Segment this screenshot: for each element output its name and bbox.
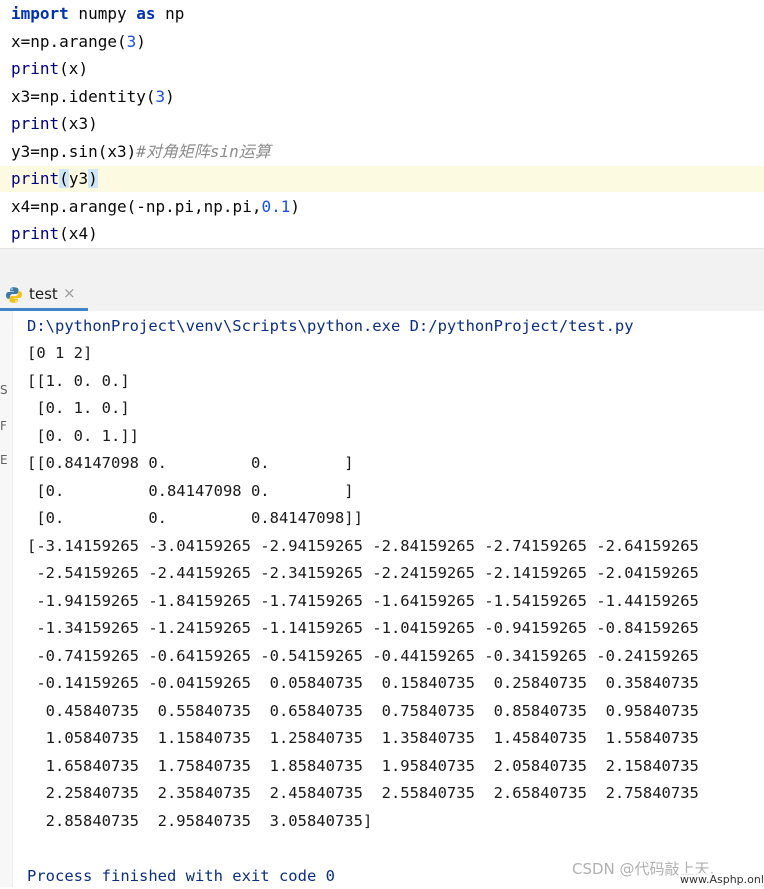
code-line-1[interactable]: import numpy as np <box>11 1 184 27</box>
console-command-line[interactable]: D:\pythonProject\venv\Scripts\python.exe… <box>27 313 634 340</box>
python-icon <box>5 286 23 304</box>
code-line-3[interactable]: print(x) <box>11 56 88 82</box>
run-tab-bar: test × <box>0 279 764 311</box>
code-text: np <box>155 4 185 23</box>
bracket-match: ( <box>59 169 69 188</box>
builtin-function: print <box>11 224 60 243</box>
console-output-line: -0.14159265 -0.04159265 0.05840735 0.158… <box>27 674 699 692</box>
code-line-6[interactable]: y3=np.sin(x3)#对角矩阵sin运算 <box>11 139 271 165</box>
code-text: (x) <box>59 59 89 78</box>
code-text: ) <box>290 197 300 216</box>
code-line-2[interactable]: x=np.arange(3) <box>11 29 146 55</box>
console-output-line: 1.65840735 1.75840735 1.85840735 1.95840… <box>27 757 699 775</box>
tab-label: test <box>29 285 58 303</box>
keyword: as <box>136 4 156 23</box>
code-line-8[interactable]: x4=np.arange(-np.pi,np.pi,0.1) <box>11 194 300 220</box>
console-output-line: -2.54159265 -2.44159265 -2.34159265 -2.2… <box>27 564 699 582</box>
code-text: x4=np.arange(-np.pi,np.pi, <box>11 197 262 216</box>
console-output-line: [0 1 2] <box>27 344 93 362</box>
keyword: import <box>11 4 69 23</box>
code-line-5[interactable]: print(x3) <box>11 111 98 137</box>
console-output-line: [[1. 0. 0.] <box>27 372 130 390</box>
code-text: (x4) <box>59 224 98 243</box>
number-literal: 0.1 <box>261 197 291 216</box>
panel-splitter[interactable] <box>0 248 764 280</box>
console-output-line: [-3.14159265 -3.04159265 -2.94159265 -2.… <box>27 537 699 555</box>
console-output-line: 1.05840735 1.15840735 1.25840735 1.35840… <box>27 729 699 747</box>
console-output-line: 2.85840735 2.95840735 3.05840735] <box>27 812 373 830</box>
builtin-function: print <box>11 169 60 188</box>
bracket-match: ) <box>88 169 98 188</box>
code-text: x=np.arange( <box>11 32 127 51</box>
console-output-line: -0.74159265 -0.64159265 -0.54159265 -0.4… <box>27 647 699 665</box>
code-line-7-current[interactable]: print(y3) <box>0 166 764 192</box>
number-literal: 3 <box>155 87 166 106</box>
site-watermark: www.Asphp.online <box>680 873 764 886</box>
console-output-line: -1.94159265 -1.84159265 -1.74159265 -1.6… <box>27 592 699 610</box>
console-output-line: [[0.84147098 0. 0. ] <box>27 454 354 472</box>
code-text: (x3) <box>59 114 98 133</box>
code-comment: #对角矩阵sin运算 <box>136 142 271 161</box>
process-finished-message: Process finished with exit code 0 <box>27 867 335 885</box>
console-output-line: [0. 0. 1.]] <box>27 427 139 445</box>
code-text: y3 <box>68 169 89 188</box>
console-output-line: [0. 0. 0.84147098]] <box>27 509 363 527</box>
console-output-line: 2.25840735 2.35840735 2.45840735 2.55840… <box>27 784 699 802</box>
code-text: ) <box>136 32 146 51</box>
console-output-line: [0. 0.84147098 0. ] <box>27 482 354 500</box>
code-text: y3=np.sin(x3) <box>11 142 137 161</box>
builtin-function: print <box>11 59 60 78</box>
run-tab-test[interactable]: test × <box>0 279 88 311</box>
code-text: numpy <box>68 4 137 23</box>
number-literal: 3 <box>126 32 137 51</box>
code-text: ) <box>165 87 175 106</box>
code-editor[interactable]: import numpy as np x=np.arange(3) print(… <box>0 0 764 248</box>
console-output-line: [0. 1. 0.] <box>27 399 130 417</box>
code-text: x3=np.identity( <box>11 87 156 106</box>
code-line-9[interactable]: print(x4) <box>11 221 98 247</box>
console-output-line: -1.34159265 -1.24159265 -1.14159265 -1.0… <box>27 619 699 637</box>
close-icon[interactable]: × <box>63 284 76 302</box>
code-line-4[interactable]: x3=np.identity(3) <box>11 84 175 110</box>
builtin-function: print <box>11 114 60 133</box>
console-output-line: 0.45840735 0.55840735 0.65840735 0.75840… <box>27 702 699 720</box>
